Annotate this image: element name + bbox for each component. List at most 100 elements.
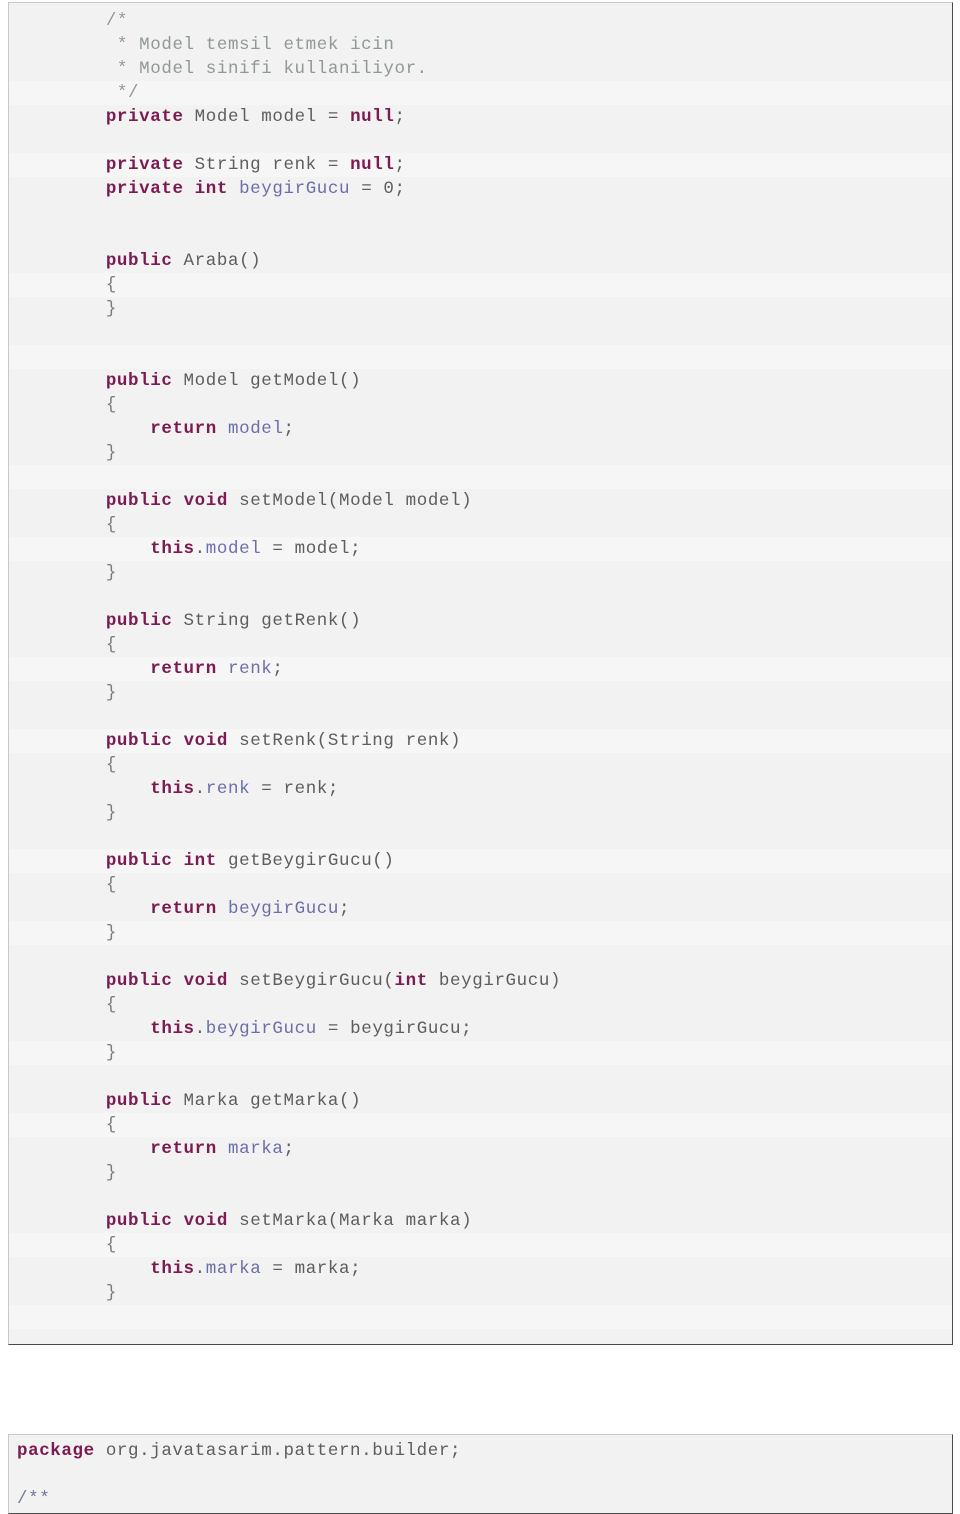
code-token-kw: void [183, 731, 228, 751]
code-token-pln: ; [339, 899, 351, 919]
code-token-fld: renk [227, 659, 273, 679]
code-token-kw: return [150, 899, 217, 919]
code-token-pln [217, 419, 228, 439]
code-line: /* [9, 9, 952, 33]
code-line: public String getRenk() [9, 609, 952, 633]
code-line: public Araba() [9, 249, 952, 273]
code-token-fld: model [227, 419, 284, 439]
code-token-kw: void [183, 971, 228, 991]
code-line: private Model model = null; [9, 105, 952, 129]
code-token-pln [172, 971, 183, 991]
code-token-kw: this [150, 1259, 195, 1279]
code-block-package-declaration: package org.javatasarim.pattern.builder;… [8, 1434, 953, 1514]
code-token-cmt: * Model sinifi kullaniliyor. [105, 59, 428, 79]
code-line: public int getBeygirGucu() [9, 849, 952, 873]
code-token-fld: marka [205, 1259, 262, 1279]
code-line: return beygirGucu; [9, 897, 952, 921]
code-line: public Model getModel() [9, 369, 952, 393]
code-token-pln [228, 179, 239, 199]
code-line [9, 345, 952, 369]
code-token-brace: { [105, 1115, 117, 1135]
code-lines-araba-class: /* * Model temsil etmek icin * Model sin… [9, 3, 952, 1344]
code-token-pln [106, 779, 150, 799]
code-token-kw: private [105, 179, 184, 199]
code-token-pln: = renk; [250, 779, 340, 799]
code-token-pln: Araba() [172, 251, 262, 271]
code-token-cmt: */ [105, 83, 140, 103]
code-token-brace: { [105, 275, 117, 295]
code-token-pln [184, 179, 195, 199]
code-line: public void setModel(Model model) [9, 489, 952, 513]
code-token-kw: public [105, 1211, 173, 1231]
code-token-brace: { [105, 635, 117, 655]
code-token-brace: } [105, 1043, 117, 1063]
code-token-brace: } [105, 1283, 117, 1303]
code-token-pln [106, 1019, 150, 1039]
code-token-pln: getBeygirGucu() [216, 851, 395, 871]
code-token-kw: this [150, 539, 195, 559]
code-token-kw: private [105, 107, 184, 127]
code-token-pln [217, 1139, 228, 1159]
code-token-pln: org.javatasarim.pattern.builder; [94, 1441, 462, 1461]
code-token-pln: beygirGucu) [427, 971, 562, 991]
code-line: } [9, 921, 952, 945]
code-token-kw: int [183, 851, 217, 871]
code-token-kw: public [105, 611, 173, 631]
code-line: private int beygirGucu = 0; [9, 177, 952, 201]
code-line: return marka; [9, 1137, 952, 1161]
code-token-brace: { [105, 875, 117, 895]
code-token-kw: public [105, 251, 173, 271]
code-token-pln [172, 851, 183, 871]
code-token-pln: . [194, 779, 206, 799]
code-token-kw: public [105, 851, 173, 871]
code-token-brace: { [105, 755, 117, 775]
code-line: /** [9, 1487, 952, 1511]
code-token-kw: this [150, 779, 195, 799]
code-token-pln [106, 659, 150, 679]
code-token-brace: } [105, 443, 117, 463]
code-token-kw: return [150, 419, 217, 439]
code-token-kw: int [194, 179, 228, 199]
code-line: } [9, 1041, 952, 1065]
code-token-fld: beygirGucu [239, 179, 351, 199]
code-line: this.marka = marka; [9, 1257, 952, 1281]
code-line: public void setRenk(String renk) [9, 729, 952, 753]
code-token-pln: Model getModel() [172, 371, 362, 391]
code-token-fld: model [205, 539, 262, 559]
code-token-pln: setRenk(String renk) [227, 731, 462, 751]
code-token-pln: ; [394, 107, 406, 127]
code-token-pln: setModel(Model model) [227, 491, 473, 511]
code-token-pln: Marka getMarka() [172, 1091, 362, 1111]
code-token-pln: String renk = [183, 155, 351, 175]
code-line [9, 465, 952, 489]
code-line: { [9, 633, 952, 657]
code-line: this.model = model; [9, 537, 952, 561]
code-block-araba-class: /* * Model temsil etmek icin * Model sin… [8, 2, 953, 1345]
code-line: { [9, 393, 952, 417]
